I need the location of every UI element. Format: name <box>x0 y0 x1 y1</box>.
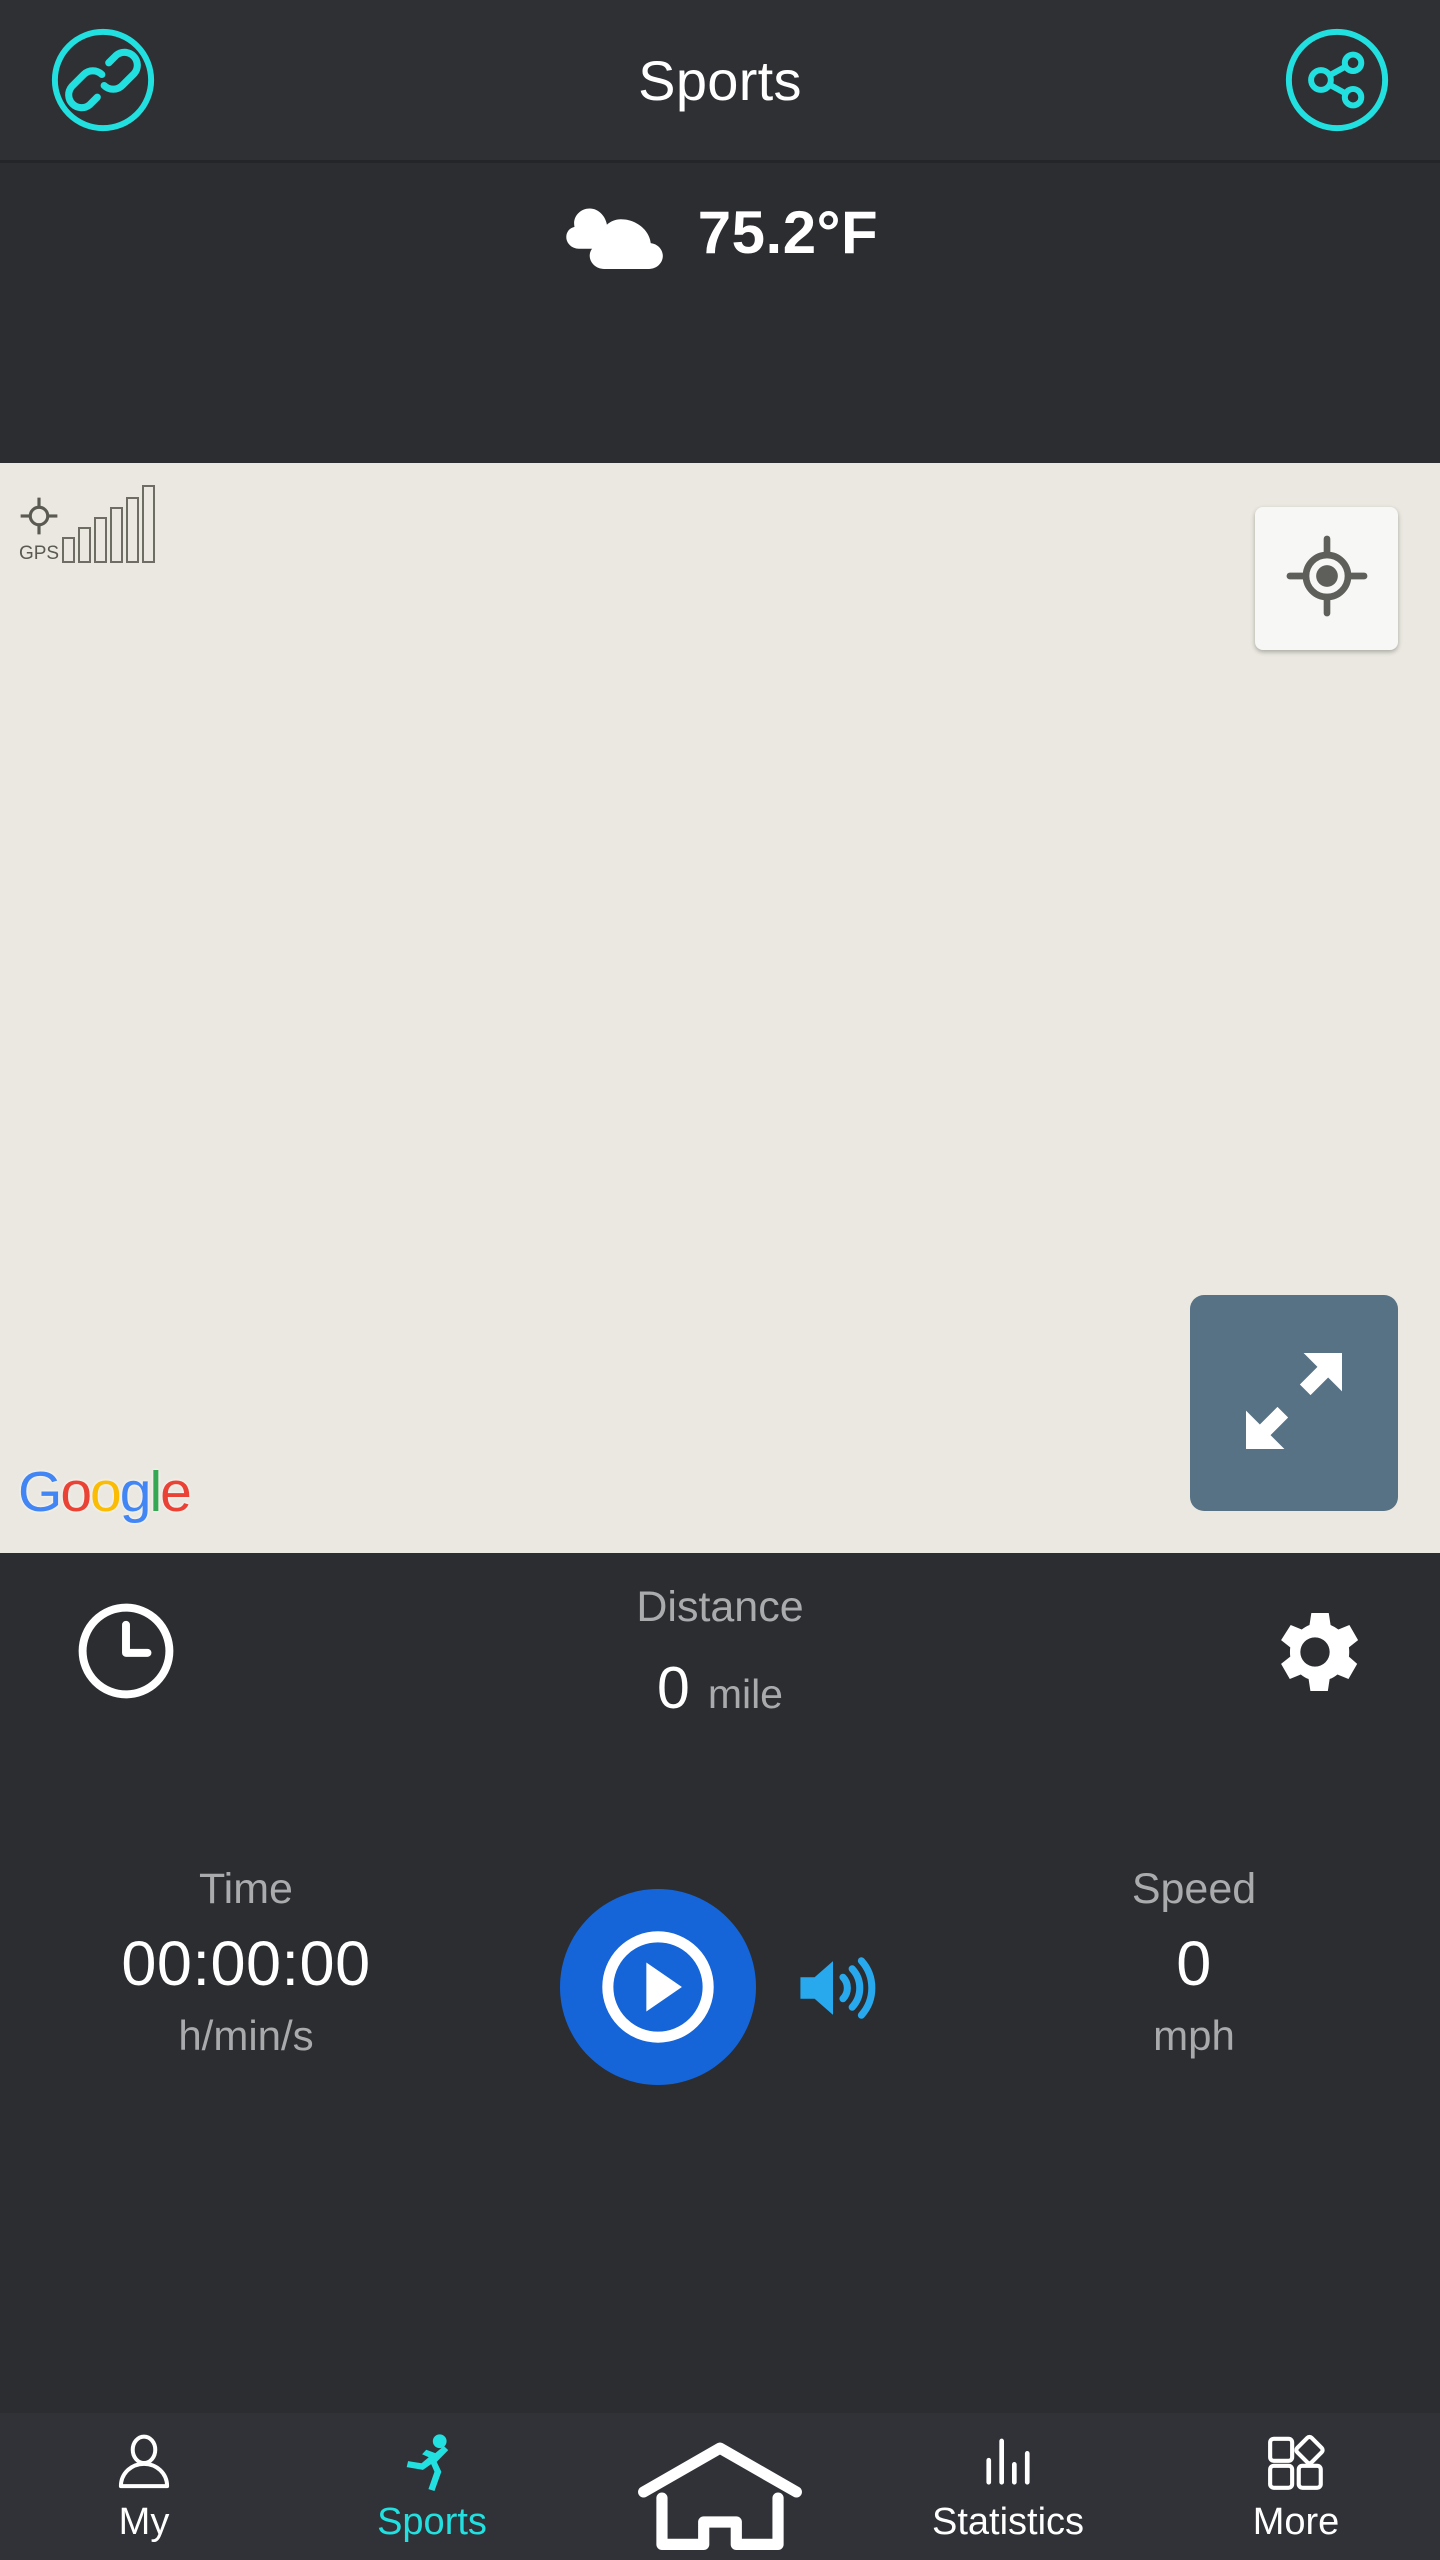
nav-label-sports: Sports <box>377 2501 487 2543</box>
bottom-navigation: My Sports Statistics More <box>0 2413 1440 2560</box>
speed-label: Speed <box>1131 1865 1257 1913</box>
grid-more-icon <box>1263 2427 1329 2499</box>
distance-stat: Distance 0 mile <box>0 1583 1440 1722</box>
page-title: Sports <box>638 48 802 112</box>
gps-bar <box>126 497 139 563</box>
bar-chart-icon <box>975 2427 1041 2499</box>
weather-temperature: 75.2°F <box>697 199 879 266</box>
expand-map-button[interactable] <box>1190 1295 1398 1511</box>
gps-label: GPS <box>18 543 60 564</box>
my-location-button[interactable] <box>1255 507 1398 650</box>
distance-unit: mile <box>707 1671 783 1717</box>
map-view[interactable]: GPS Google <box>0 463 1440 1553</box>
weather-row: 75.2°F <box>0 191 1440 274</box>
person-icon <box>111 2427 177 2499</box>
stats-main-row: Time 00:00:00 h/min/s Speed 0 mph <box>0 1853 1440 2183</box>
gps-signal-indicator: GPS <box>18 485 155 563</box>
app-header: Sports <box>0 0 1440 163</box>
nav-item-sports[interactable]: Sports <box>288 2413 576 2560</box>
distance-label: Distance <box>636 1583 804 1631</box>
speed-value: 0 <box>1176 1929 1212 1999</box>
expand-arrows-icon <box>1230 1337 1358 1470</box>
nav-label-more: More <box>1252 2501 1340 2543</box>
gps-signal-bars <box>62 485 155 563</box>
speed-stat: Speed 0 mph <box>948 1865 1440 2060</box>
nav-item-more[interactable]: More <box>1152 2413 1440 2560</box>
share-icon[interactable] <box>1278 21 1396 139</box>
nav-item-my[interactable]: My <box>0 2413 288 2560</box>
speed-unit: mph <box>1153 2012 1235 2059</box>
settings-button[interactable] <box>1260 1597 1370 1707</box>
google-attribution-logo: Google <box>18 1460 192 1524</box>
cloudy-icon <box>562 191 672 274</box>
distance-value: 0 <box>656 1655 690 1721</box>
volume-up-icon <box>800 1957 876 2019</box>
gps-bar <box>110 507 123 563</box>
gps-bar <box>78 527 91 563</box>
stats-top-row: Distance 0 mile <box>0 1553 1440 1853</box>
nav-label-my: My <box>118 2501 170 2543</box>
gps-bar <box>62 537 75 563</box>
play-icon <box>601 1931 714 2043</box>
gps-bar <box>142 485 155 563</box>
home-icon <box>632 2439 808 2551</box>
my-location-icon <box>1285 534 1369 623</box>
stats-panel: Distance 0 mile Time 00:00:00 h/min/s Sp… <box>0 1553 1440 2413</box>
app-screen: Sports 75.2°F GPS Google Distance 0 mile… <box>0 0 1440 2560</box>
nav-item-statistics[interactable]: Statistics <box>864 2413 1152 2560</box>
weather-panel: 75.2°F <box>0 163 1440 463</box>
gear-icon <box>1281 1613 1359 1691</box>
nav-item-home[interactable] <box>576 2413 864 2560</box>
gps-bar <box>94 517 107 563</box>
link-icon[interactable] <box>44 21 162 139</box>
running-icon <box>399 2427 465 2499</box>
sound-toggle-button[interactable] <box>786 1941 881 2036</box>
gps-crosshair-icon <box>18 495 60 542</box>
nav-label-statistics: Statistics <box>931 2501 1085 2543</box>
start-button[interactable] <box>559 1889 756 2085</box>
